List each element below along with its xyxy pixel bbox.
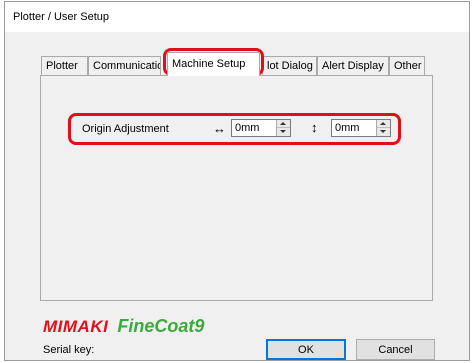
- vertical-arrows-icon: ↕: [311, 120, 318, 135]
- stepper-buttons: [376, 120, 390, 136]
- chevron-down-icon[interactable]: [277, 128, 290, 136]
- window-title: Plotter / User Setup: [13, 11, 109, 23]
- tab-label: Machine Setup: [172, 58, 246, 70]
- cancel-button[interactable]: Cancel: [356, 339, 435, 360]
- origin-adjustment-label: Origin Adjustment: [82, 123, 169, 135]
- ok-button[interactable]: OK: [266, 339, 346, 360]
- product-logo: FineCoat9: [117, 316, 205, 336]
- tab-other[interactable]: Other: [389, 56, 425, 75]
- tab-label: Plotter: [46, 60, 78, 72]
- vertical-offset-stepper[interactable]: [331, 119, 391, 137]
- tab-label: Alert Display: [322, 60, 384, 72]
- tab-communication[interactable]: Communicatio: [88, 56, 161, 75]
- chevron-down-icon[interactable]: [377, 128, 390, 136]
- title-bar: Plotter / User Setup: [5, 2, 469, 32]
- vertical-offset-input[interactable]: [332, 120, 378, 136]
- tab-panel: [40, 75, 433, 301]
- tab-machine-setup[interactable]: Machine Setup: [167, 52, 260, 76]
- chevron-up-icon[interactable]: [377, 120, 390, 128]
- serial-key-label: Serial key:: [43, 344, 95, 356]
- chevron-up-icon[interactable]: [277, 120, 290, 128]
- stepper-buttons: [276, 120, 290, 136]
- tab-plot-dialog[interactable]: lot Dialog: [262, 56, 317, 75]
- mimaki-finecoat-logo: MIMAKI FineCoat9: [43, 316, 204, 338]
- tab-label: lot Dialog: [267, 60, 313, 72]
- maker-logo: MIMAKI: [43, 317, 109, 336]
- tab-plotter[interactable]: Plotter: [41, 56, 88, 75]
- tab-alert-display[interactable]: Alert Display: [317, 56, 389, 75]
- horizontal-arrows-icon: ↔: [213, 121, 226, 136]
- horizontal-offset-stepper[interactable]: [231, 119, 291, 137]
- horizontal-offset-input[interactable]: [232, 120, 278, 136]
- tab-label: Communicatio: [93, 60, 161, 72]
- tab-label: Other: [394, 60, 422, 72]
